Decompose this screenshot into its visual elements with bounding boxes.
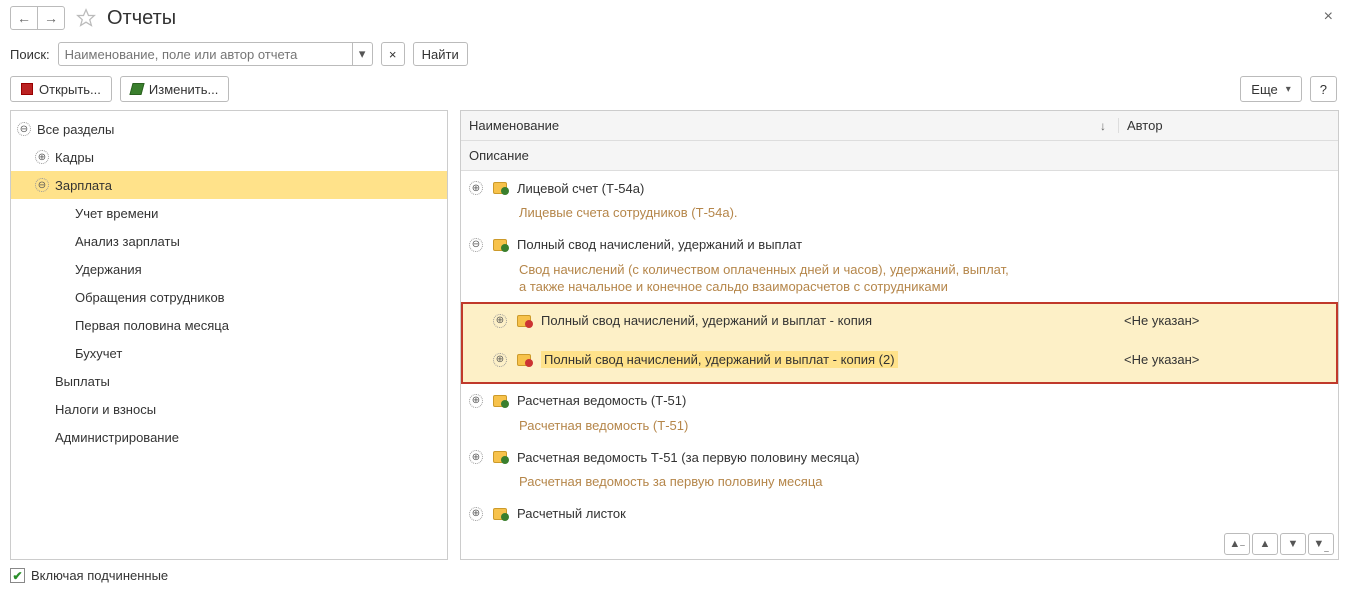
report-description [463, 373, 1336, 376]
report-name: Расчетная ведомость (Т-51) [517, 393, 686, 408]
report-icon [493, 394, 509, 408]
report-row[interactable]: ⊕ Полный свод начислений, удержаний и вы… [463, 343, 1336, 382]
report-icon [493, 181, 509, 195]
help-button[interactable]: ? [1310, 76, 1337, 102]
include-subordinates-label: Включая подчиненные [31, 568, 168, 583]
find-button[interactable]: Найти [413, 42, 468, 66]
report-name: Полный свод начислений, удержаний и выпл… [541, 351, 898, 368]
report-name: Расчетный листок [517, 506, 626, 521]
column-header-name[interactable]: Наименование ↓ [461, 118, 1118, 133]
nav-forward-button[interactable]: → [37, 6, 65, 30]
expand-icon[interactable]: ⊕ [469, 507, 483, 521]
report-icon [493, 507, 509, 521]
report-description: Свод начислений (с количеством оплаченны… [461, 258, 1338, 296]
tree-item-vyplaty[interactable]: Выплаты [11, 367, 447, 395]
expand-icon[interactable]: ⊕ [469, 181, 483, 195]
search-dropdown-button[interactable]: ▾ [353, 42, 373, 66]
report-description: Лицевые счета сотрудников (Т-54а). [461, 201, 1338, 222]
collapse-icon[interactable]: ⊖ [469, 238, 483, 252]
tree-item-nalogi[interactable]: Налоги и взносы [11, 395, 447, 423]
expand-icon[interactable]: ⊕ [35, 150, 49, 164]
tree-item-admin[interactable]: Администрирование [11, 423, 447, 451]
list-pager: ▲_ ▲ ▼ ▼_ [1224, 533, 1334, 555]
expand-icon[interactable]: ⊕ [469, 450, 483, 464]
column-header-description[interactable]: Описание [461, 148, 1338, 163]
search-clear-button[interactable]: × [381, 42, 405, 66]
report-row[interactable]: ⊕ Полный свод начислений, удержаний и вы… [463, 304, 1336, 343]
collapse-icon[interactable]: ⊖ [17, 122, 31, 136]
pager-first-button[interactable]: ▲_ [1224, 533, 1250, 555]
tree-root[interactable]: ⊖ Все разделы [11, 115, 447, 143]
report-icon [493, 450, 509, 464]
sort-down-icon: ↓ [1100, 119, 1106, 133]
report-description [463, 334, 1336, 337]
tree-item-zarplata[interactable]: ⊖ Зарплата [11, 171, 447, 199]
report-name: Полный свод начислений, удержаний и выпл… [541, 313, 872, 328]
report-name: Лицевой счет (Т-54а) [517, 181, 644, 196]
tree-item-kadry[interactable]: ⊕ Кадры [11, 143, 447, 171]
highlight-frame: ⊕ Полный свод начислений, удержаний и вы… [461, 302, 1338, 384]
report-row[interactable]: ⊖ Полный свод начислений, удержаний и вы… [461, 228, 1338, 302]
tree-item-obrash[interactable]: Обращения сотрудников [11, 283, 447, 311]
report-variant-icon [517, 353, 533, 367]
clear-icon: × [389, 47, 397, 62]
tree-item-uchet[interactable]: Учет времени [11, 199, 447, 227]
include-subordinates-checkbox[interactable]: ✔ [10, 568, 25, 583]
sections-tree[interactable]: ⊖ Все разделы ⊕ Кадры ⊖ [10, 110, 448, 560]
close-icon[interactable]: × [1324, 8, 1333, 26]
tree-item-uderzh[interactable]: Удержания [11, 255, 447, 283]
page-title: Отчеты [107, 7, 176, 30]
report-list-pane: Наименование ↓ Автор Описание ⊕ [460, 110, 1339, 560]
tree-item-analiz[interactable]: Анализ зарплаты [11, 227, 447, 255]
report-icon [493, 238, 509, 252]
chevron-down-icon: ▾ [1286, 84, 1291, 95]
more-button[interactable]: Еще ▾ [1240, 76, 1301, 102]
report-description: Расчетная ведомость (Т-51) [461, 414, 1338, 435]
report-variant-icon [517, 314, 533, 328]
report-author: <Не указан> [1116, 313, 1336, 328]
report-row[interactable]: ⊕ Расчетная ведомость (Т-51) Расчетная в… [461, 384, 1338, 441]
tree-item-perv[interactable]: Первая половина месяца [11, 311, 447, 339]
expand-icon[interactable]: ⊕ [469, 394, 483, 408]
expand-icon[interactable]: ⊕ [493, 353, 507, 367]
report-author: <Не указан> [1116, 352, 1336, 367]
expand-icon[interactable]: ⊕ [493, 314, 507, 328]
pencil-icon [129, 83, 144, 95]
report-name: Полный свод начислений, удержаний и выпл… [517, 237, 802, 252]
report-description: Расчетная ведомость за первую половину м… [461, 470, 1338, 491]
nav-back-button[interactable]: ← [10, 6, 38, 30]
column-header-author[interactable]: Автор [1118, 118, 1338, 133]
edit-button[interactable]: Изменить... [120, 76, 229, 102]
report-row[interactable]: ⊕ Расчетный листок [461, 497, 1338, 533]
search-label: Поиск: [10, 47, 50, 62]
open-icon [21, 83, 33, 95]
report-row[interactable]: ⊕ Лицевой счет (Т-54а) Лицевые счета сот… [461, 171, 1338, 228]
report-name: Расчетная ведомость Т-51 (за первую поло… [517, 450, 860, 465]
pager-last-button[interactable]: ▼_ [1308, 533, 1334, 555]
search-input[interactable] [58, 42, 353, 66]
pager-up-button[interactable]: ▲ [1252, 533, 1278, 555]
open-button[interactable]: Открыть... [10, 76, 112, 102]
favorite-star-icon[interactable] [75, 7, 97, 29]
report-row[interactable]: ⊕ Расчетная ведомость Т-51 (за первую по… [461, 440, 1338, 497]
collapse-icon[interactable]: ⊖ [35, 178, 49, 192]
tree-item-buh[interactable]: Бухучет [11, 339, 447, 367]
pager-down-button[interactable]: ▼ [1280, 533, 1306, 555]
